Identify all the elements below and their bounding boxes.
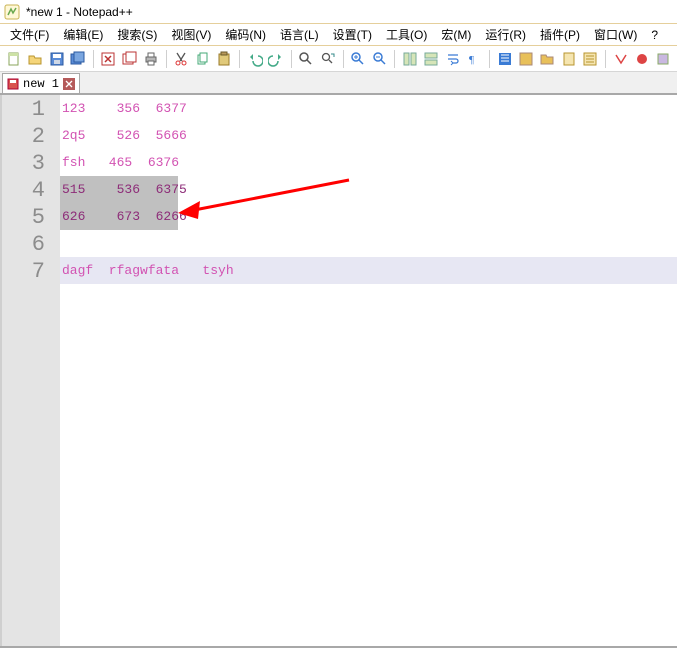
menu-window[interactable]: 窗口(W) xyxy=(588,24,643,45)
open-file-icon[interactable] xyxy=(25,49,44,69)
indent-icon[interactable] xyxy=(495,49,514,69)
menu-edit[interactable]: 编辑(E) xyxy=(57,24,109,45)
print-icon[interactable] xyxy=(141,49,160,69)
toolbar-separator xyxy=(239,50,240,68)
save-all-icon[interactable] xyxy=(68,49,87,69)
close-all-icon[interactable] xyxy=(120,49,139,69)
title-bar: *new 1 - Notepad++ xyxy=(0,0,677,24)
code-line: dagf rfagwfata tsyh xyxy=(62,263,234,278)
menu-language[interactable]: 语言(L) xyxy=(274,24,325,45)
app-icon xyxy=(4,4,20,20)
copy-icon[interactable] xyxy=(193,49,212,69)
play-icon[interactable] xyxy=(654,49,673,69)
line-number: 5 xyxy=(5,205,45,230)
menu-search[interactable]: 搜索(S) xyxy=(111,24,163,45)
toolbar-separator xyxy=(291,50,292,68)
tab-new1[interactable]: new 1 xyxy=(2,73,80,93)
menu-run[interactable]: 运行(R) xyxy=(479,24,532,45)
code-line: 626 673 6266 xyxy=(62,209,187,224)
svg-text:¶: ¶ xyxy=(469,54,474,66)
line-number: 2 xyxy=(5,124,45,149)
find-icon[interactable] xyxy=(297,49,316,69)
zoom-in-icon[interactable] xyxy=(349,49,368,69)
toolbar-separator xyxy=(166,50,167,68)
save-icon[interactable] xyxy=(47,49,66,69)
sync-v-icon[interactable] xyxy=(400,49,419,69)
menu-macro[interactable]: 宏(M) xyxy=(435,24,477,45)
line-number: 3 xyxy=(5,151,45,176)
menu-encoding[interactable]: 编码(N) xyxy=(219,24,272,45)
unsaved-file-icon xyxy=(7,78,19,90)
close-icon[interactable] xyxy=(99,49,118,69)
toolbar-separator xyxy=(343,50,344,68)
menu-plugins[interactable]: 插件(P) xyxy=(534,24,586,45)
replace-icon[interactable] xyxy=(318,49,337,69)
line-number: 1 xyxy=(5,97,45,122)
text-area[interactable]: 123 356 6377 2q5 526 5666 fsh 465 6376 5… xyxy=(60,95,677,646)
undo-icon[interactable] xyxy=(245,49,264,69)
menu-view[interactable]: 视图(V) xyxy=(165,24,217,45)
menu-help[interactable]: ? xyxy=(645,26,664,44)
toolbar-separator xyxy=(394,50,395,68)
code-line: 123 356 6377 xyxy=(62,101,187,116)
cut-icon[interactable] xyxy=(172,49,191,69)
window-title: *new 1 - Notepad++ xyxy=(26,5,133,19)
line-number: 7 xyxy=(5,259,45,284)
code-line: 515 536 6375 xyxy=(62,182,187,197)
line-number-gutter: 1 2 3 4 5 6 7 xyxy=(0,95,60,646)
menu-bar: 文件(F) 编辑(E) 搜索(S) 视图(V) 编码(N) 语言(L) 设置(T… xyxy=(0,24,677,46)
tab-bar: new 1 xyxy=(0,72,677,94)
doc-map-icon[interactable] xyxy=(559,49,578,69)
line-number: 6 xyxy=(5,232,45,257)
code-line: 2q5 526 5666 xyxy=(62,128,187,143)
folder-icon[interactable] xyxy=(538,49,557,69)
ud-icon[interactable] xyxy=(516,49,535,69)
tab-label: new 1 xyxy=(23,77,59,91)
menu-file[interactable]: 文件(F) xyxy=(4,24,55,45)
zoom-out-icon[interactable] xyxy=(370,49,389,69)
func-list-icon[interactable] xyxy=(581,49,600,69)
show-all-icon[interactable]: ¶ xyxy=(465,49,484,69)
redo-icon[interactable] xyxy=(266,49,285,69)
toolbar-separator xyxy=(93,50,94,68)
editor-area: 1 2 3 4 5 6 7 123 356 6377 2q5 526 5666 … xyxy=(0,94,677,648)
new-file-icon[interactable] xyxy=(4,49,23,69)
code-line: fsh 465 6376 xyxy=(62,155,179,170)
sync-h-icon[interactable] xyxy=(422,49,441,69)
toolbar-separator xyxy=(489,50,490,68)
tab-close-icon[interactable] xyxy=(63,78,75,90)
toolbar-separator xyxy=(605,50,606,68)
toolbar: ¶ xyxy=(0,46,677,72)
menu-tools[interactable]: 工具(O) xyxy=(380,24,433,45)
paste-icon[interactable] xyxy=(215,49,234,69)
line-number: 4 xyxy=(5,178,45,203)
record-icon[interactable] xyxy=(632,49,651,69)
menu-settings[interactable]: 设置(T) xyxy=(327,24,378,45)
wrap-icon[interactable] xyxy=(443,49,462,69)
monitor-icon[interactable] xyxy=(611,49,630,69)
